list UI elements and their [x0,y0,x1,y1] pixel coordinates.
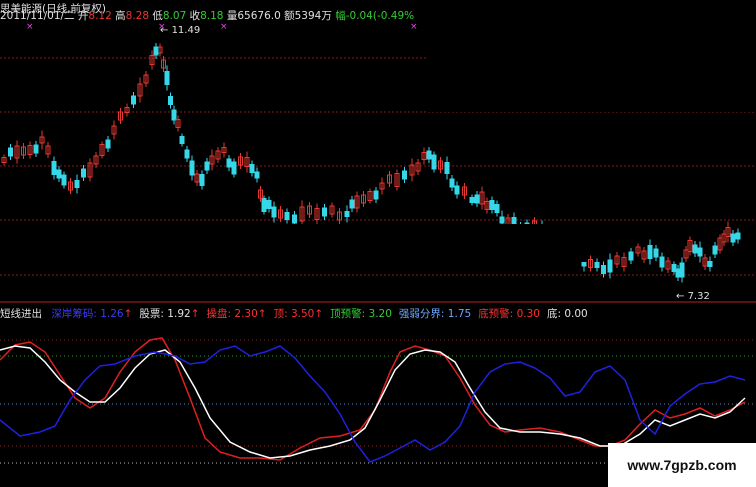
watermark: www.7gpzb.com [608,443,756,487]
indicator-chart [0,337,756,464]
